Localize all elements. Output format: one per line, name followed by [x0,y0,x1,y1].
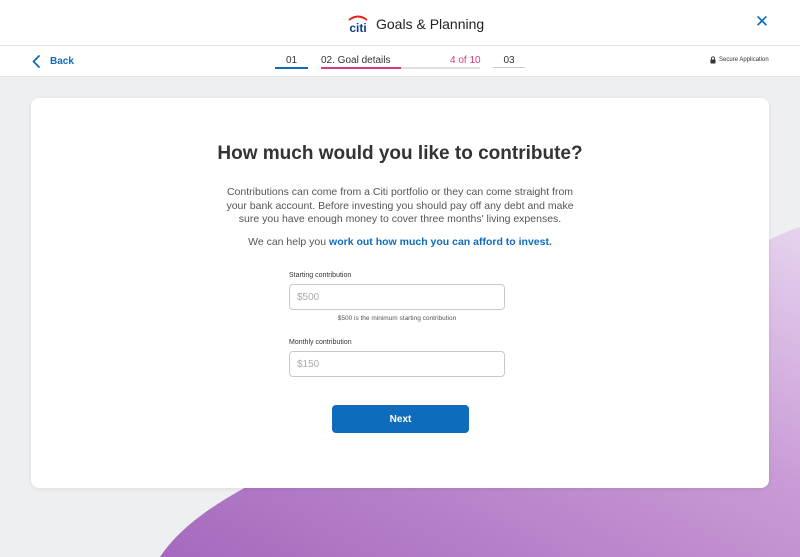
step-1-underline [275,67,308,69]
contribution-card: How much would you like to contribute? C… [31,98,769,488]
progress-nav: Back 01 02. Goal details 4 of 10 03 Secu… [0,46,800,77]
monthly-contribution-input[interactable] [289,351,505,377]
back-label: Back [50,55,74,67]
lock-icon [710,56,716,64]
chevron-left-icon [32,54,40,68]
brand: citi Goals & Planning [346,12,484,36]
starting-contribution-hint: $500 is the minimum starting contributio… [337,315,457,322]
back-button[interactable]: Back [32,53,74,69]
help-prefix: We can help you [248,236,330,248]
step-count: 4 of 10 [450,55,481,66]
step-3-underline [493,67,525,68]
step-2: 02. Goal details [321,55,391,66]
description-text: Contributions can come from a Citi portf… [226,186,574,225]
afford-link[interactable]: work out how much you can afford to inve… [329,236,552,248]
step-1[interactable]: 01 [275,55,308,66]
starting-contribution-input[interactable] [289,284,505,310]
starting-contribution-label: Starting contribution [289,272,352,279]
secure-badge: Secure Application [710,56,769,64]
page-title: How much would you like to contribute? [217,143,583,164]
secure-label: Secure Application [719,57,769,63]
monthly-contribution-label: Monthly contribution [289,339,352,346]
svg-text:citi: citi [349,21,366,35]
next-button[interactable]: Next [332,405,469,433]
close-button[interactable]: ✕ [753,13,771,31]
app-header: citi Goals & Planning ✕ [0,0,800,46]
citi-logo: citi [348,15,368,35]
app-title: Goals & Planning [376,16,485,32]
help-text: We can help you work out how much you ca… [31,236,769,248]
step-3: 03 [503,55,515,66]
step-progress-track [321,67,480,69]
step-progress-fill [321,67,401,69]
